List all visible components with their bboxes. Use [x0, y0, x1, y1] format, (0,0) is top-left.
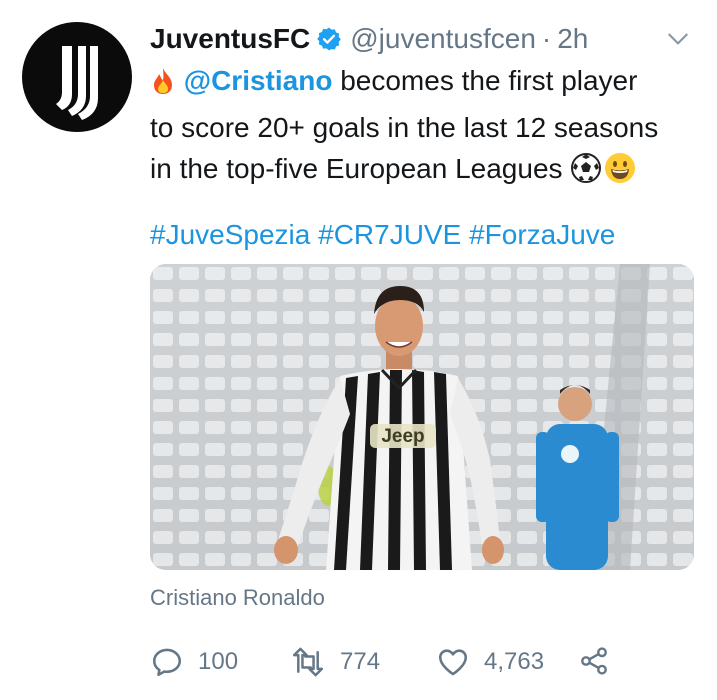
like-count: 4,763: [484, 648, 545, 675]
jersey-sponsor-text: Jeep: [381, 426, 424, 447]
reply-button[interactable]: 100: [150, 645, 238, 679]
tweet-text: @Cristiano becomes the first player to s…: [150, 60, 705, 195]
mention-link[interactable]: @Cristiano: [184, 65, 333, 96]
hashtag-line: #JuveSpezia #CR7JUVE #ForzaJuve: [150, 215, 615, 255]
retweet-button[interactable]: 774: [290, 645, 380, 679]
media-caption: Cristiano Ronaldo: [150, 585, 325, 610]
reply-icon: [152, 648, 182, 677]
player-photo: Jeep: [150, 264, 694, 570]
grinning-face-icon: [604, 152, 636, 195]
tweet-media-photo[interactable]: Jeep: [150, 264, 694, 570]
chevron-down-icon[interactable]: [665, 26, 691, 52]
tweet-line-2: to score 20+ goals in the last 12 season…: [150, 112, 659, 143]
like-icon: [438, 649, 468, 676]
tweet-header: JuventusFC @juventusfcen · 2h: [150, 22, 695, 56]
tweet-text-part: becomes the first player: [332, 65, 638, 96]
display-name[interactable]: JuventusFC: [150, 23, 310, 55]
tweet-line-3: in the top-five European Leagues: [150, 148, 705, 195]
tweet-line-1: @Cristiano becomes the first player: [150, 60, 705, 107]
hashtag-link[interactable]: #ForzaJuve: [469, 219, 615, 250]
retweet-count: 774: [340, 648, 381, 675]
avatar[interactable]: [22, 22, 132, 132]
user-handle[interactable]: @juventusfcen: [350, 23, 536, 55]
juventus-logo-icon: [56, 46, 98, 120]
separator-dot: ·: [541, 23, 552, 54]
reply-count: 100: [198, 648, 239, 675]
retweet-icon: [292, 647, 324, 677]
share-button[interactable]: [578, 645, 624, 677]
verified-badge-icon: [316, 26, 342, 52]
hashtag-link[interactable]: #JuveSpezia: [150, 219, 310, 250]
timestamp[interactable]: 2h: [557, 23, 588, 55]
tweet-actions: 100 774 4,763: [150, 645, 690, 685]
fire-icon: [150, 66, 176, 107]
soccer-ball-icon: [570, 152, 602, 195]
tweet-text-part: in the top-five European Leagues: [150, 153, 571, 184]
like-button[interactable]: 4,763: [436, 645, 544, 679]
hashtag-link[interactable]: #CR7JUVE: [318, 219, 461, 250]
share-icon: [581, 647, 607, 675]
